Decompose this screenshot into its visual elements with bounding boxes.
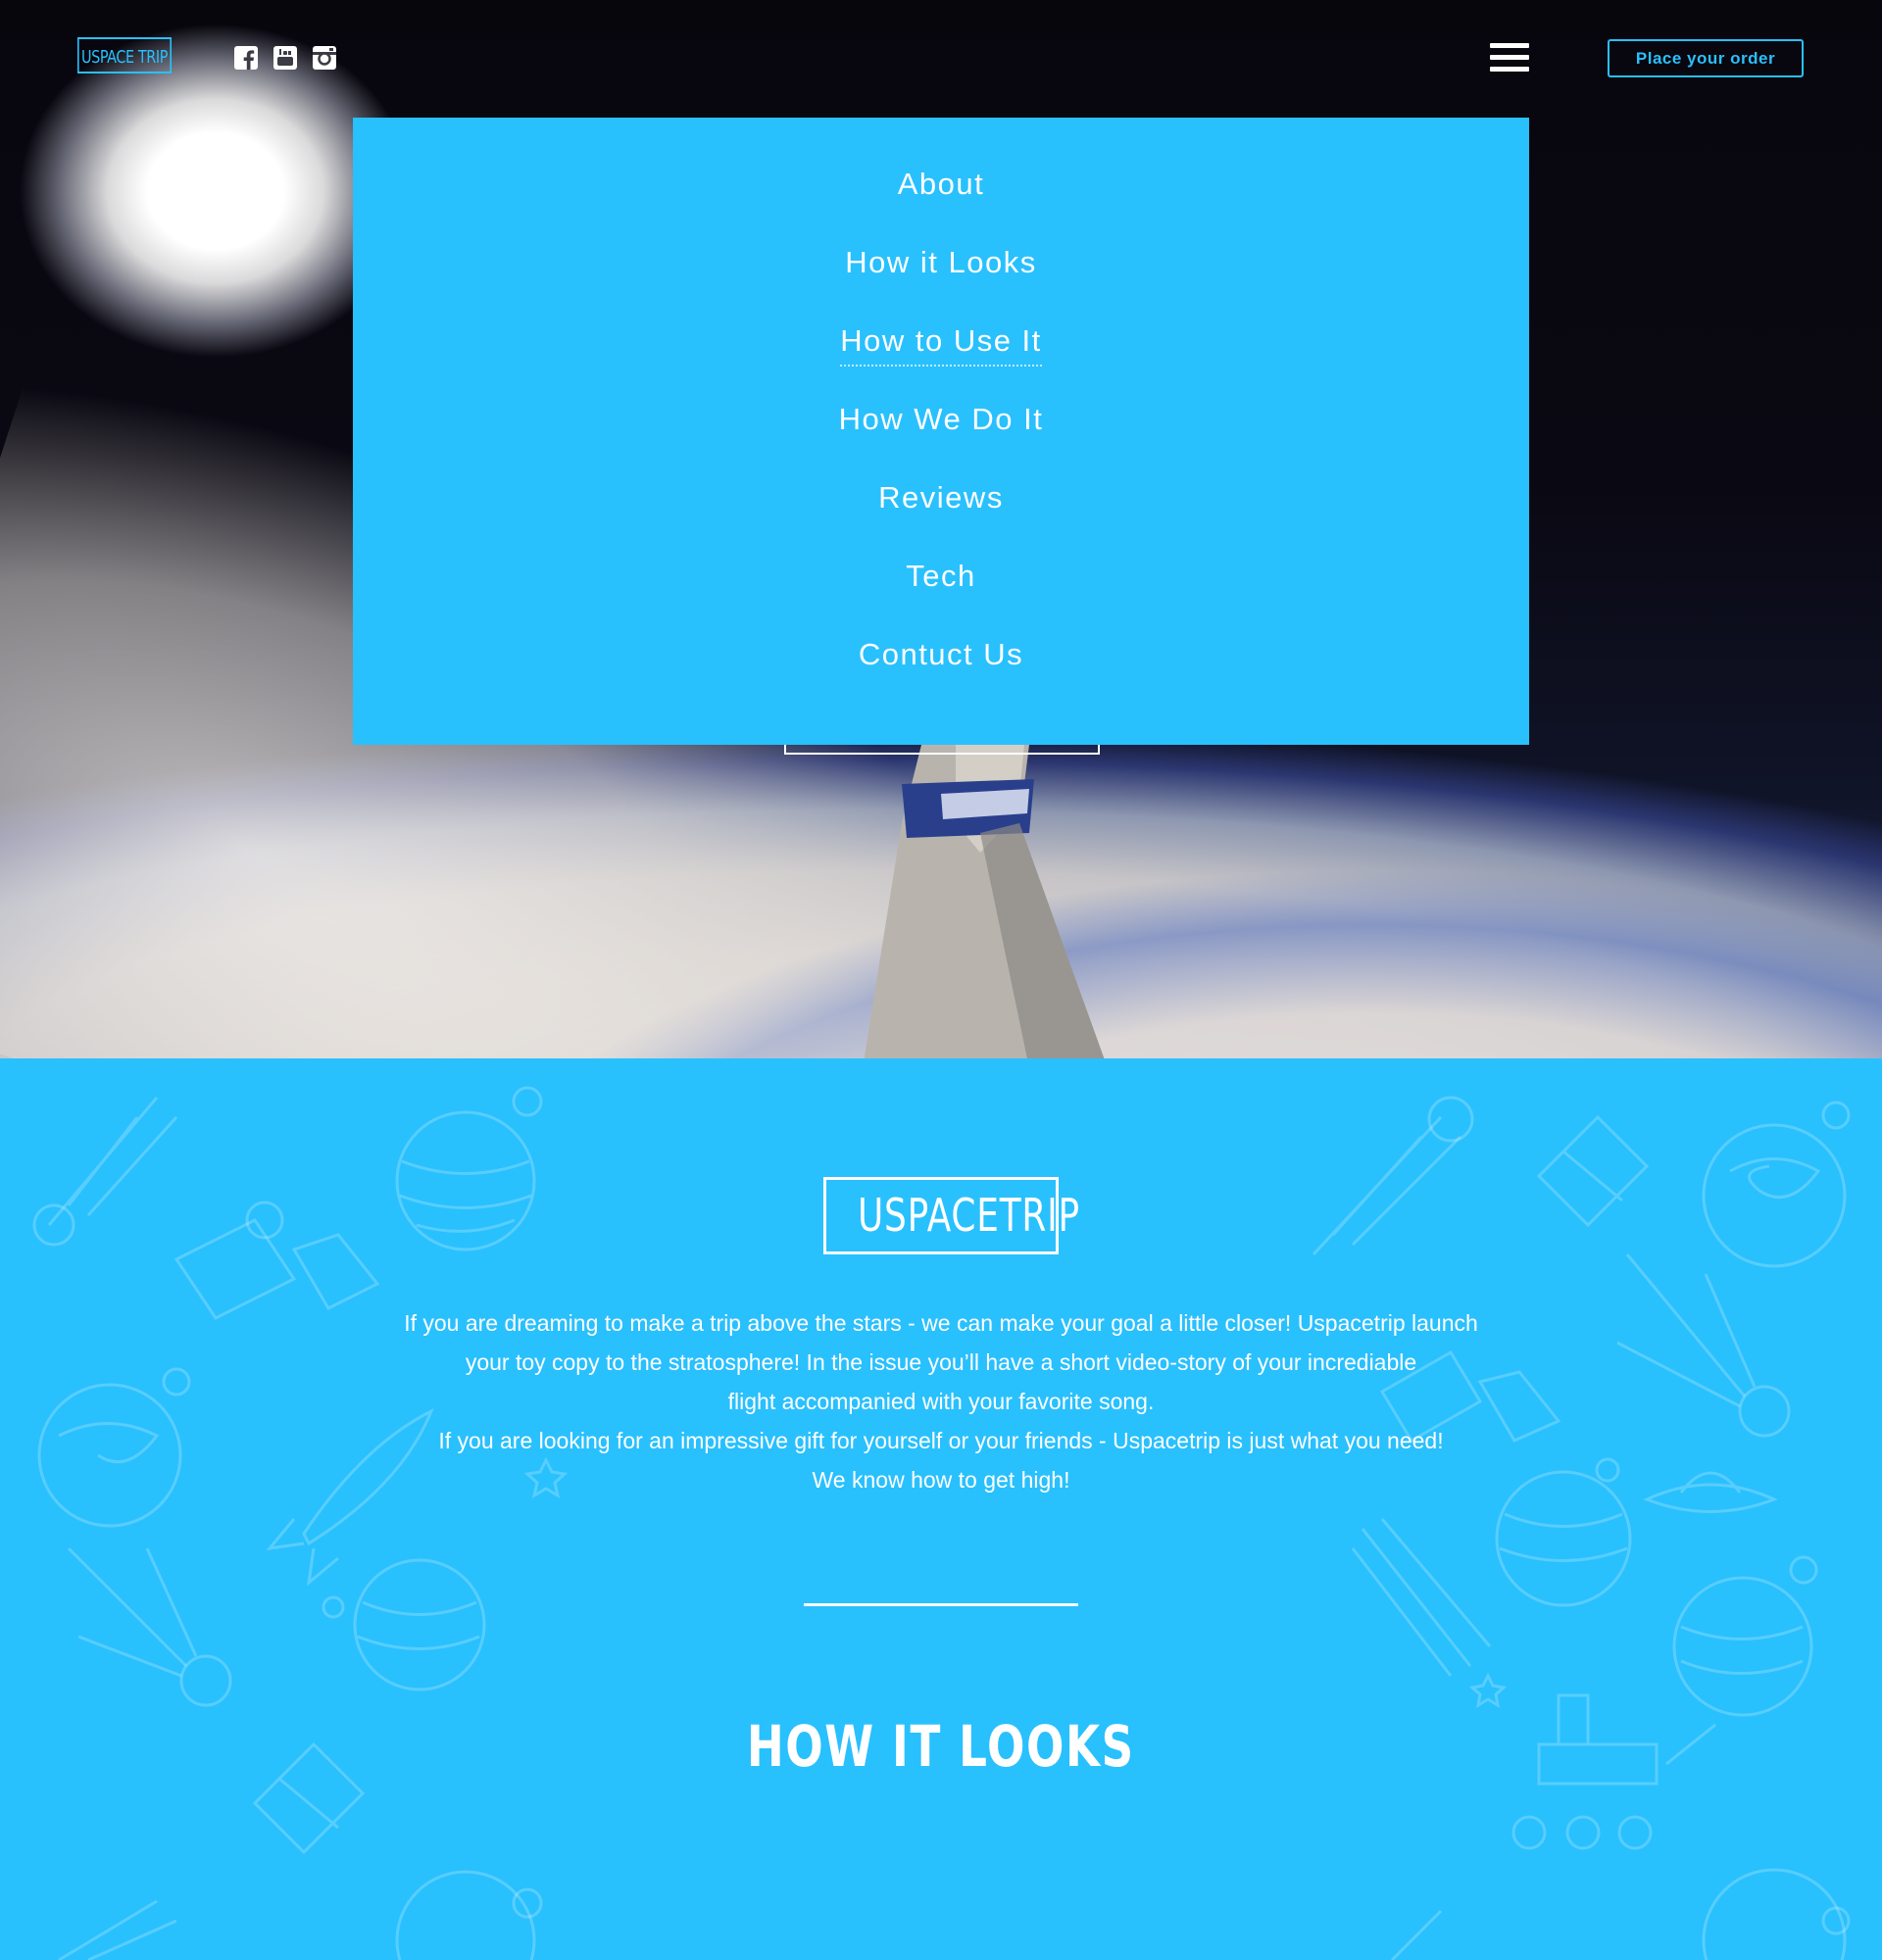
instagram-icon[interactable] <box>313 46 336 70</box>
intro-line: If you are dreaming to make a trip above… <box>404 1310 1478 1336</box>
menu-item-how-we-do-it[interactable]: How We Do It <box>839 402 1044 443</box>
bottle-image <box>864 745 1105 1058</box>
section-title: HOW IT LOOKS <box>647 1713 1235 1780</box>
menu-item-how-it-looks[interactable]: How it Looks <box>845 245 1036 286</box>
section-title-text: HOW IT LOOKS <box>747 1713 1135 1781</box>
intro-line: flight accompanied with your favorite so… <box>727 1389 1155 1414</box>
intro-line: We know how to get high! <box>812 1467 1070 1493</box>
youtube-icon[interactable] <box>273 46 297 70</box>
menu-item-contact-us[interactable]: Contuct Us <box>859 637 1023 678</box>
menu-item-reviews[interactable]: Reviews <box>878 480 1004 521</box>
menu-item-about[interactable]: About <box>898 167 985 208</box>
facebook-icon[interactable] <box>234 46 258 70</box>
navigation-menu: About How it Looks How to Use It How We … <box>353 118 1529 745</box>
brand-logo-box: USPACETRIP <box>823 1177 1079 1254</box>
about-section: USPACETRIP If you are dreaming to make a… <box>0 1058 1882 1960</box>
section-divider <box>804 1603 1078 1606</box>
intro-text: If you are dreaming to make a trip above… <box>372 1303 1510 1499</box>
hamburger-menu-icon[interactable] <box>1490 43 1529 74</box>
place-order-button[interactable]: Place your order <box>1608 39 1804 77</box>
menu-item-tech[interactable]: Tech <box>906 559 975 600</box>
intro-line: your toy copy to the stratosphere! In th… <box>465 1349 1417 1375</box>
intro-line: If you are looking for an impressive gif… <box>438 1428 1444 1453</box>
logo[interactable]: USPACE TRIP <box>77 37 172 74</box>
brand-text: USPACETRIP <box>857 1189 1080 1242</box>
menu-item-how-to-use-it[interactable]: How to Use It <box>840 323 1042 367</box>
